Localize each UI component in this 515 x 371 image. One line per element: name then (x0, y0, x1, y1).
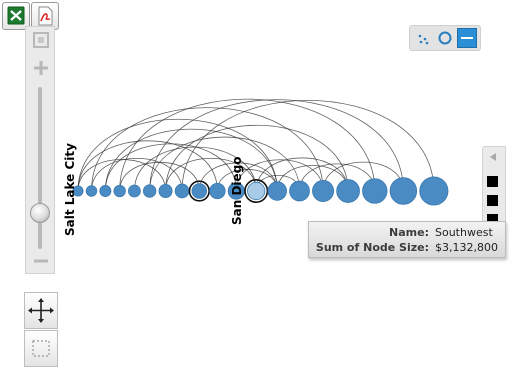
graph-node[interactable] (113, 184, 126, 198)
tooltip-name-value: Southwest (435, 226, 493, 239)
graph-node[interactable] (85, 185, 98, 197)
graph-node[interactable] (247, 181, 266, 201)
graph-node[interactable] (99, 185, 112, 197)
graph-node[interactable] (389, 177, 418, 205)
graph-node[interactable] (158, 183, 173, 198)
graph-edge (77, 140, 218, 192)
node-tooltip: Name: Southwest Sum of Node Size: $3,132… (308, 221, 506, 258)
arc-diagram[interactable] (0, 0, 515, 371)
tooltip-name-row: Name: Southwest (309, 226, 505, 241)
graph-edge (181, 100, 435, 192)
tooltip-size-value: $3,132,800 (435, 241, 498, 254)
tooltip-size-label: Sum of Node Size: (315, 241, 429, 254)
node-label-san-diego: San Diego (230, 156, 244, 225)
graph-node[interactable] (362, 178, 388, 204)
graph-node[interactable] (142, 184, 157, 198)
graph-node[interactable] (128, 184, 141, 198)
graph-node[interactable] (191, 183, 208, 199)
graph-node[interactable] (267, 181, 287, 201)
graph-node[interactable] (312, 180, 335, 202)
tooltip-name-label: Name: (389, 226, 429, 239)
node-label-salt-lake-city: Salt Lake City (63, 143, 77, 236)
graph-node[interactable] (289, 180, 310, 202)
tooltip-size-row: Sum of Node Size: $3,132,800 (309, 241, 505, 256)
graph-node[interactable] (419, 176, 449, 206)
graph-node[interactable] (209, 182, 226, 200)
graph-node[interactable] (336, 179, 360, 203)
graph-edge (119, 98, 376, 192)
graph-node[interactable] (174, 183, 190, 199)
